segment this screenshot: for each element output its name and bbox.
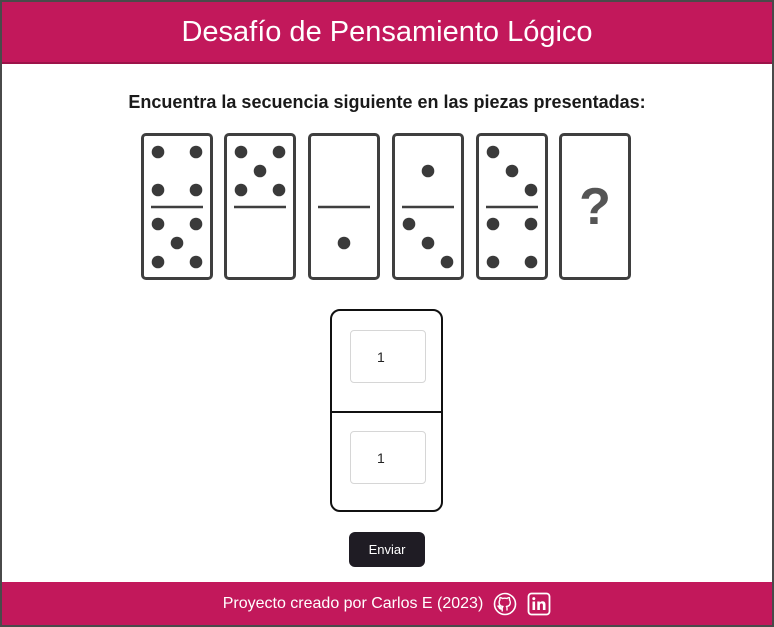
domino-pip-bottom (189, 255, 203, 269)
page-title: Desafío de Pensamiento Lógico (181, 15, 593, 48)
domino-tile (141, 133, 213, 280)
domino-pip-top (272, 183, 286, 197)
domino-pip-bottom (421, 236, 435, 250)
domino-face (151, 145, 203, 269)
domino-pip-top (505, 164, 519, 178)
domino-pip-bottom (170, 236, 184, 250)
domino-tile (308, 133, 380, 280)
domino-pip-bottom (151, 255, 165, 269)
github-icon[interactable] (493, 592, 517, 616)
domino-pip-bottom (402, 217, 416, 231)
footer-credit: Proyecto creado por Carlos E (2023) (222, 594, 484, 612)
domino-pip-top (234, 183, 248, 197)
app-frame: Desafío de Pensamiento Lógico Encuentra … (0, 0, 774, 627)
domino-pip-bottom (524, 217, 538, 231)
domino-face (486, 145, 538, 269)
domino-face (318, 205, 370, 250)
mystery-domino: ? (559, 133, 631, 280)
question-mark: ? (579, 177, 611, 236)
domino-pip-bottom (486, 217, 500, 231)
domino-tile (392, 133, 464, 280)
domino-face (402, 164, 454, 269)
linkedin-icon[interactable] (527, 592, 551, 616)
domino-pip-top (151, 183, 165, 197)
domino-pip-top (421, 164, 435, 178)
domino-pip-top (486, 145, 500, 159)
domino-pip-top (272, 145, 286, 159)
answer-divider (332, 411, 441, 413)
answer-top-input[interactable] (350, 330, 426, 383)
domino-pip-top (151, 145, 165, 159)
domino-pip-bottom (524, 255, 538, 269)
page-header: Desafío de Pensamiento Lógico (2, 2, 772, 64)
domino-pip-bottom (440, 255, 454, 269)
domino-pip-bottom (151, 217, 165, 231)
domino-pip-bottom (189, 217, 203, 231)
answer-bottom-input[interactable] (350, 431, 426, 484)
domino-tile (476, 133, 548, 280)
domino-tile (224, 133, 296, 280)
domino-pip-top (524, 183, 538, 197)
answer-domino (330, 309, 443, 512)
domino-pip-bottom (486, 255, 500, 269)
domino-pip-top (189, 183, 203, 197)
domino-pip-top (253, 164, 267, 178)
instruction-text: Encuentra la secuencia siguiente en las … (128, 92, 646, 112)
domino-pip-top (234, 145, 248, 159)
domino-pip-top (189, 145, 203, 159)
domino-face (234, 145, 286, 209)
page-footer: Proyecto creado por Carlos E (2023) (2, 582, 772, 625)
domino-pip-bottom (337, 236, 351, 250)
submit-button[interactable]: Enviar (349, 532, 425, 567)
